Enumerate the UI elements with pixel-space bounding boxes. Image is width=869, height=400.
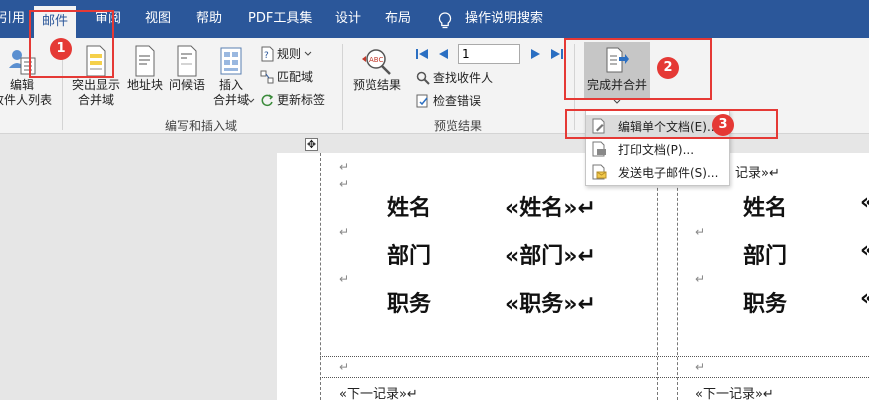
find-recipient-label: 查找收件人: [433, 71, 494, 85]
tab-references[interactable]: 引用: [0, 0, 25, 38]
field-title-label: 职务: [743, 292, 788, 317]
paragraph-mark: ↵: [339, 177, 350, 191]
merge-field: «: [860, 190, 869, 215]
menu-item-label: 发送电子邮件(S)...: [618, 165, 719, 180]
tab-design[interactable]: 设计: [335, 0, 361, 38]
match-fields-button[interactable]: 匹配域: [260, 67, 313, 87]
find-recipient-button[interactable]: 查找收件人: [416, 68, 493, 88]
preview-results-group-label: 预览结果: [434, 119, 483, 133]
highlight-merge-fields-label: 突出显示 合并域: [71, 78, 120, 107]
greeting-line-label: 问候语: [168, 78, 205, 92]
next-record-icon[interactable]: [530, 47, 542, 61]
paragraph-mark: ↵: [339, 225, 350, 239]
greeting-line-button[interactable]: 问候语: [166, 44, 208, 93]
merge-field: «: [860, 286, 869, 311]
table-border: [320, 356, 869, 357]
field-dept-label: 部门: [387, 244, 432, 269]
tab-help[interactable]: 帮助: [196, 0, 222, 38]
annotation-box-1: [29, 10, 114, 78]
merge-field: «部门»↵: [505, 244, 596, 269]
menu-item-print-documents[interactable]: 打印文档(P)...: [586, 138, 729, 160]
field-dept-label: 部门: [743, 244, 788, 269]
update-labels-button[interactable]: 更新标签: [260, 90, 325, 110]
tell-me-search[interactable]: 操作说明搜索: [465, 0, 543, 38]
last-record-icon[interactable]: [550, 47, 564, 61]
table-move-handle-icon[interactable]: ✥: [305, 138, 318, 151]
match-fields-icon: [260, 70, 274, 84]
record-number-input[interactable]: [458, 44, 520, 64]
field-name-label: 姓名: [743, 196, 788, 221]
merge-field-partial: 记录»↵: [735, 166, 780, 181]
check-errors-icon: [416, 94, 428, 108]
tab-pdf-tools[interactable]: PDF工具集: [248, 0, 312, 38]
annotation-badge-2: 2: [657, 57, 679, 79]
table-border: [320, 153, 321, 400]
next-record-field: «下一记录»↵: [695, 387, 774, 400]
address-block-icon: [135, 45, 155, 77]
match-fields-label: 匹配域: [277, 70, 314, 84]
chevron-down-icon: [304, 51, 312, 56]
field-title-label: 职务: [387, 292, 432, 317]
update-labels-label: 更新标签: [277, 93, 326, 107]
ribbon-separator: [342, 44, 343, 130]
paragraph-mark: ↵: [695, 360, 706, 374]
paragraph-mark: ↵: [339, 272, 350, 286]
ribbon-tab-bar: 引用 邮件 审阅 视图 帮助 PDF工具集 设计 布局 操作说明搜索: [0, 0, 869, 38]
paragraph-mark: ↵: [339, 160, 350, 174]
chevron-down-icon: [247, 98, 255, 103]
table-border: [677, 153, 678, 400]
menu-item-label: 打印文档(P)...: [618, 142, 695, 157]
address-block-button[interactable]: 地址块: [124, 44, 166, 93]
svg-text:ABC: ABC: [369, 56, 383, 64]
merge-field: «姓名»↵: [505, 196, 596, 221]
find-recipient-icon: [416, 71, 430, 85]
preview-results-button[interactable]: ABC 预览结果: [348, 44, 406, 93]
preview-results-label: 预览结果: [352, 78, 401, 92]
print-document-icon: [592, 141, 606, 157]
annotation-box-3: [565, 109, 778, 139]
field-name-label: 姓名: [387, 196, 432, 221]
rules-button[interactable]: ? 规则: [260, 44, 312, 64]
paragraph-mark: ↵: [339, 360, 350, 374]
paragraph-mark: ↵: [695, 272, 706, 286]
lightbulb-icon: [438, 12, 452, 29]
check-errors-button[interactable]: 检查错误: [416, 91, 481, 111]
greeting-line-icon: [177, 45, 197, 77]
send-email-icon: [592, 164, 607, 180]
paragraph-mark: ↵: [695, 225, 706, 239]
update-labels-icon: [261, 94, 274, 107]
svg-text:?: ?: [264, 51, 269, 61]
rules-label: 规则: [277, 47, 302, 61]
tab-view[interactable]: 视图: [145, 0, 171, 38]
previous-record-icon[interactable]: [437, 47, 449, 61]
table-border: [320, 377, 869, 378]
annotation-box-2: [564, 38, 712, 100]
annotation-badge-1: 1: [50, 38, 72, 60]
tab-layout[interactable]: 布局: [385, 0, 411, 38]
rules-icon: ?: [261, 46, 274, 62]
first-record-icon[interactable]: [415, 47, 429, 61]
preview-results-icon: ABC: [362, 49, 391, 75]
table-border: [657, 153, 658, 400]
address-block-label: 地址块: [126, 78, 163, 92]
check-errors-label: 检查错误: [433, 94, 482, 108]
insert-field-icon: [220, 47, 242, 75]
merge-field: «: [860, 238, 869, 263]
annotation-badge-3: 3: [712, 114, 734, 136]
write-insert-group-label: 编写和插入域: [165, 119, 238, 133]
next-record-field: «下一记录»↵: [339, 387, 418, 400]
merge-field: «职务»↵: [505, 292, 596, 317]
menu-item-send-email[interactable]: 发送电子邮件(S)...: [586, 161, 729, 183]
edit-recipient-list-label: 编辑 收件人列表: [0, 78, 53, 107]
